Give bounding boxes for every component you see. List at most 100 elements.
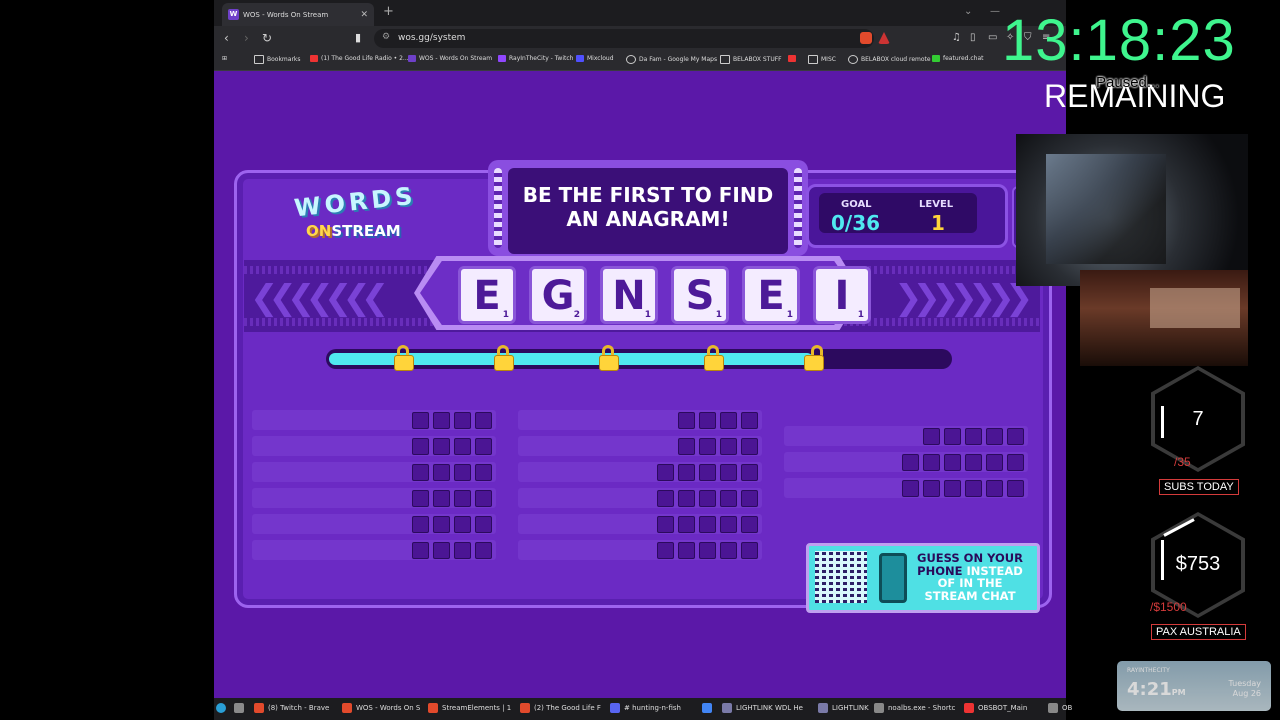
letter-slot xyxy=(412,464,429,481)
subs-value: 7 xyxy=(1192,408,1204,430)
letter-slot xyxy=(657,516,674,533)
lock-body xyxy=(599,355,619,371)
letter-slot xyxy=(454,490,471,507)
taskbar-item-label: LIGHTLINK WDL He xyxy=(736,704,803,712)
goal-value: 0/36 xyxy=(831,211,881,235)
dropdown-icon[interactable]: ⌄ xyxy=(964,6,972,17)
media-icon[interactable]: ♫ xyxy=(952,32,961,43)
letter-tile[interactable]: N1 xyxy=(600,266,658,324)
apps-grid-icon[interactable]: ⊞ xyxy=(222,55,227,62)
letter-slot xyxy=(412,490,429,507)
taskbar-item[interactable]: noalbs.exe - Shortc xyxy=(874,703,955,713)
globe-icon xyxy=(848,55,858,64)
banner-line-1: BE THE FIRST TO FIND xyxy=(522,183,774,207)
letter-slot xyxy=(454,464,471,481)
edge-icon-shape xyxy=(216,703,226,713)
bookmark-item[interactable]: RayInTheCity - Twitch xyxy=(498,55,573,62)
letter-tile[interactable]: G2 xyxy=(529,266,587,324)
clock-day: Tuesday xyxy=(1228,679,1261,688)
phone-guess-promo[interactable]: GUESS ON YOUR PHONE INSTEAD OF IN THE ST… xyxy=(806,543,1040,613)
taskbar-item[interactable]: (2) The Good Life F xyxy=(520,703,601,713)
folder-icon xyxy=(808,55,818,64)
forward-icon[interactable]: › xyxy=(244,31,249,45)
letter-slot xyxy=(433,438,450,455)
letter-slot xyxy=(657,542,674,559)
taskbar-item[interactable]: WOS - Words On S xyxy=(342,703,420,713)
bookmark-item[interactable]: MISC xyxy=(808,55,836,64)
letter-slot xyxy=(433,412,450,429)
youtube-icon xyxy=(310,55,318,62)
taskbar-item[interactable]: StreamElements | 1 xyxy=(428,703,511,713)
bookmark-item[interactable]: BELABOX cloud remote xyxy=(848,55,931,64)
minimize-icon[interactable]: — xyxy=(990,6,1000,17)
word-slot-row xyxy=(252,488,496,508)
browser-tab[interactable]: W WOS - Words On Stream ✕ xyxy=(222,3,374,26)
logo-words-text: WORDS xyxy=(292,181,418,223)
bookmark-item[interactable]: Bookmarks xyxy=(254,55,301,64)
letter-slot xyxy=(720,438,737,455)
taskbar-item[interactable]: # hunting-n-fish xyxy=(610,703,681,713)
new-tab-icon[interactable]: + xyxy=(383,4,394,19)
bookmark-item[interactable]: Mixcloud xyxy=(576,55,614,62)
padlock-icon xyxy=(597,345,619,371)
wallet-icon[interactable]: ▭ xyxy=(988,32,997,43)
letter-slot xyxy=(902,454,919,471)
taskbar-item-label: OBSBOT_Main xyxy=(978,704,1028,712)
bookmark-icon[interactable]: ▮ xyxy=(355,31,361,44)
letter-tile[interactable]: E1 xyxy=(742,266,800,324)
lock-body xyxy=(493,355,514,371)
brave-shields-icon[interactable] xyxy=(860,32,872,44)
address-bar[interactable]: ⚙ wos.gg/system xyxy=(374,29,874,48)
word-slot-row xyxy=(252,540,496,560)
taskbar-item[interactable]: LIGHTLINK WDL He xyxy=(722,703,803,713)
word-slot-row xyxy=(784,452,1028,472)
tile-score: 1 xyxy=(644,310,651,320)
letter-slot xyxy=(986,428,1003,445)
banner-inner: BE THE FIRST TO FIND AN ANAGRAM! xyxy=(508,168,788,254)
paused-label: Paused... xyxy=(1096,74,1160,91)
letter-tile[interactable]: I1 xyxy=(813,266,871,324)
letter-slot xyxy=(965,454,982,471)
unlocked-padlock-icon xyxy=(802,345,824,371)
sidebar-icon[interactable]: ▯ xyxy=(970,32,976,43)
reload-icon[interactable]: ↻ xyxy=(262,31,272,45)
taskbar-item[interactable]: (8) Twitch - Brave xyxy=(254,703,329,713)
letter-slot xyxy=(475,412,492,429)
letter-slot xyxy=(475,490,492,507)
taskbar-item[interactable]: OB xyxy=(1048,703,1072,713)
countdown-timer: 13:18:23 xyxy=(1002,8,1236,73)
url-text: wos.gg/system xyxy=(398,33,466,43)
folder-icon xyxy=(720,55,730,64)
taskbar-item[interactable]: LIGHTLINK xyxy=(818,703,869,713)
bookmark-item[interactable]: (1) The Good Life Radio • 2... xyxy=(310,55,409,62)
letter-tile[interactable]: E1 xyxy=(458,266,516,324)
taskbar-item[interactable] xyxy=(702,703,716,713)
app-icon xyxy=(874,703,884,713)
progress-bar xyxy=(326,345,952,371)
bookmark-item[interactable]: WOS - Words On Stream xyxy=(408,55,492,62)
explorer-icon[interactable] xyxy=(234,703,248,713)
taskbar-item[interactable]: OBSBOT_Main xyxy=(964,703,1027,713)
bookmark-item[interactable] xyxy=(788,55,799,62)
brave-rewards-icon[interactable] xyxy=(878,32,890,44)
tab-close-icon[interactable]: ✕ xyxy=(360,10,368,20)
edge-icon[interactable] xyxy=(216,703,230,713)
letter-slot xyxy=(741,438,758,455)
bookmark-item[interactable]: featured.chat xyxy=(932,55,984,62)
goal-level-panel: GOAL 0/36 LEVEL 1 xyxy=(806,184,1008,248)
word-slot-row xyxy=(252,514,496,534)
letter-slot xyxy=(699,464,716,481)
chevron-right-icon: ❯❯❯❯❯❯❯ xyxy=(894,278,1033,318)
letter-slot xyxy=(741,542,758,559)
letter-tile[interactable]: S1 xyxy=(671,266,729,324)
back-icon[interactable]: ‹ xyxy=(224,31,229,45)
browser-window: W WOS - Words On Stream ✕ + ⌄ — ‹ › ↻ ▮ … xyxy=(214,0,1066,720)
letter-slot xyxy=(923,480,940,497)
bulbs-right xyxy=(794,168,802,248)
letter-slot xyxy=(678,516,695,533)
bookmark-item[interactable]: BELABOX STUFF xyxy=(720,55,782,64)
tile-score: 1 xyxy=(857,310,864,320)
letter-slot xyxy=(454,438,471,455)
qr-code-icon[interactable] xyxy=(815,551,867,603)
bookmark-item[interactable]: Da Fam - Google My Maps xyxy=(626,55,717,64)
